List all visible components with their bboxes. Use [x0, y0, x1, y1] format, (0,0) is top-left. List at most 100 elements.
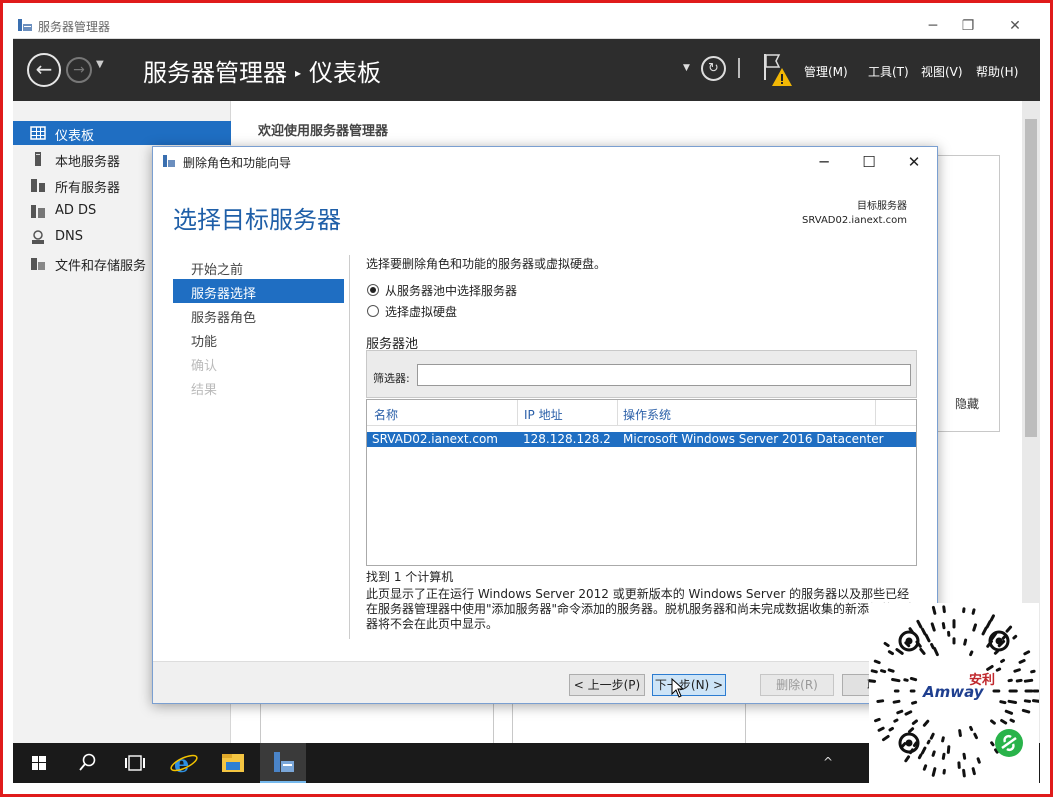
qr-code-watermark: Amway 安利	[867, 603, 1041, 783]
system-tray[interactable]: ^	[823, 755, 833, 769]
start-icon	[32, 756, 46, 770]
history-dropdown-icon[interactable]: ▼	[96, 59, 104, 70]
minimize-button[interactable]: ─	[913, 16, 953, 36]
menu-manage[interactable]: 管理(M)	[804, 63, 848, 80]
server-pool-table: 名称 IP 地址 操作系统 SRVAD02.ianext.com 128.128…	[366, 399, 917, 566]
menu-view[interactable]: 视图(V)	[921, 63, 963, 80]
radio-server-pool-label[interactable]: 从服务器池中选择服务器	[385, 282, 517, 299]
menu-help[interactable]: 帮助(H)	[976, 63, 1018, 80]
menu-tools[interactable]: 工具(T)	[868, 63, 909, 80]
internet-explorer-button[interactable]: e	[161, 743, 207, 783]
filter-input[interactable]	[417, 364, 911, 386]
radio-virtual-disk-indicator[interactable]	[367, 305, 379, 317]
window-titlebar: 服务器管理器 ─ ❐ ✕	[13, 13, 1040, 39]
found-count: 找到 1 个计算机	[366, 570, 454, 584]
server-manager-header: ← → ▼ 服务器管理器 ▸ 仪表板 ▼ ↻ 管理(M) 工具(T) 视图(V) 帮…	[13, 39, 1040, 101]
step-features[interactable]: 功能	[173, 327, 344, 351]
refresh-icon: ↻	[708, 61, 719, 76]
step-label: 服务器角色	[191, 311, 257, 326]
dialog-maximize-button[interactable]: ☐	[854, 152, 884, 172]
step-before-you-begin[interactable]: 开始之前	[173, 255, 344, 279]
sidebar-item-label: 文件和存储服务	[55, 259, 147, 274]
dialog-minimize-button[interactable]: ─	[809, 152, 839, 172]
refresh-button[interactable]: ↻	[701, 56, 726, 81]
step-label: 服务器选择	[191, 287, 257, 302]
search-icon	[79, 753, 96, 771]
roles-tile	[260, 699, 494, 743]
target-server-label: 目标服务器	[857, 201, 907, 212]
step-label: 结果	[191, 383, 218, 398]
next-button[interactable]: 下一步(N) >	[652, 674, 726, 696]
target-server-info: 目标服务器 SRVAD02.ianext.com	[802, 200, 907, 228]
previous-button[interactable]: < 上一步(P)	[569, 674, 645, 696]
cell-ip: 128.128.128.2	[523, 432, 611, 446]
groups-tile	[512, 699, 746, 743]
column-separator[interactable]	[617, 400, 618, 426]
app-name: 服务器管理器	[143, 59, 287, 87]
dialog-close-button[interactable]: ✕	[899, 152, 929, 172]
step-confirmation: 确认	[173, 351, 344, 375]
radio-virtual-disk-label[interactable]: 选择虚拟硬盘	[385, 303, 457, 320]
scrollbar-thumb[interactable]	[1025, 119, 1037, 437]
page-title: 仪表板	[309, 59, 382, 87]
search-button[interactable]	[64, 743, 110, 783]
step-label: 确认	[191, 359, 218, 374]
close-button[interactable]: ✕	[995, 16, 1035, 36]
filter-label: 筛选器:	[373, 372, 410, 385]
welcome-heading: 欢迎使用服务器管理器	[258, 124, 389, 139]
sidebar-item-label: 本地服务器	[55, 155, 121, 170]
ie-icon: e	[170, 749, 198, 778]
task-view-button[interactable]	[112, 743, 158, 783]
file-explorer-button[interactable]	[210, 743, 256, 783]
dashboard-icon	[30, 126, 46, 140]
task-view-icon	[125, 755, 145, 771]
file-storage-icon	[31, 258, 45, 270]
svg-text:e: e	[174, 749, 189, 778]
ad-ds-icon	[31, 205, 45, 218]
arrow-right-icon: →	[73, 62, 85, 78]
screen-frame: 服务器管理器 ─ ❐ ✕ ← → ▼ 服务器管理器 ▸ 仪表板 ▼ ↻ 管理(M) …	[0, 0, 1053, 797]
mouse-cursor-icon	[671, 678, 685, 698]
column-separator[interactable]	[875, 400, 876, 426]
table-header: 名称 IP 地址 操作系统	[367, 400, 916, 426]
dns-icon	[32, 230, 44, 244]
dialog-title: 删除角色和功能向导	[183, 156, 292, 170]
hide-link[interactable]: 隐藏	[955, 395, 979, 412]
server-manager-icon	[18, 19, 32, 31]
radio-server-pool-indicator[interactable]	[367, 284, 379, 296]
file-explorer-icon	[222, 754, 244, 772]
table-row[interactable]: SRVAD02.ianext.com 128.128.128.2 Microso…	[367, 432, 916, 447]
remove-roles-wizard-dialog: 删除角色和功能向导 ─ ☐ ✕ 选择目标服务器 目标服务器 SRVAD02.ia…	[152, 146, 938, 704]
cell-os: Microsoft Windows Server 2016 Datacenter	[623, 432, 884, 446]
window-title: 服务器管理器	[38, 20, 111, 34]
heading-dropdown-icon[interactable]: ▼	[683, 63, 690, 73]
start-button[interactable]	[16, 743, 62, 783]
step-label: 开始之前	[191, 263, 244, 278]
page-description: 此页显示了正在运行 Windows Server 2012 或更新版本的 Win…	[366, 587, 918, 631]
restore-button[interactable]: ❐	[948, 16, 988, 36]
step-label: 功能	[191, 335, 218, 350]
tray-overflow-icon[interactable]: ^	[823, 755, 833, 769]
sidebar-item-label: DNS	[55, 229, 83, 244]
arrow-left-icon: ←	[35, 57, 53, 81]
notifications-flag-icon[interactable]	[761, 52, 793, 88]
column-ip[interactable]: IP 地址	[524, 406, 563, 423]
sidebar-item-label: 所有服务器	[55, 181, 121, 196]
server-icon	[35, 152, 41, 166]
brand-seal: 安利	[969, 673, 996, 688]
forward-button[interactable]: →	[66, 57, 92, 83]
header-divider	[738, 58, 740, 78]
filter-bar: 筛选器:	[366, 350, 917, 398]
dialog-footer: < 上一步(P) 下一步(N) > 删除(R) 取消	[153, 661, 937, 703]
step-server-roles[interactable]: 服务器角色	[173, 303, 344, 327]
column-name[interactable]: 名称	[374, 406, 398, 423]
steps-divider	[349, 255, 350, 639]
sidebar-item-dashboard[interactable]: 仪表板	[13, 121, 231, 145]
cell-name: SRVAD02.ianext.com	[372, 432, 498, 446]
step-server-selection[interactable]: 服务器选择	[173, 279, 344, 303]
remove-button: 删除(R)	[760, 674, 834, 696]
back-button[interactable]: ←	[27, 53, 61, 87]
server-manager-taskbar-button[interactable]	[260, 743, 306, 783]
column-separator[interactable]	[517, 400, 518, 426]
column-os[interactable]: 操作系统	[623, 406, 671, 423]
